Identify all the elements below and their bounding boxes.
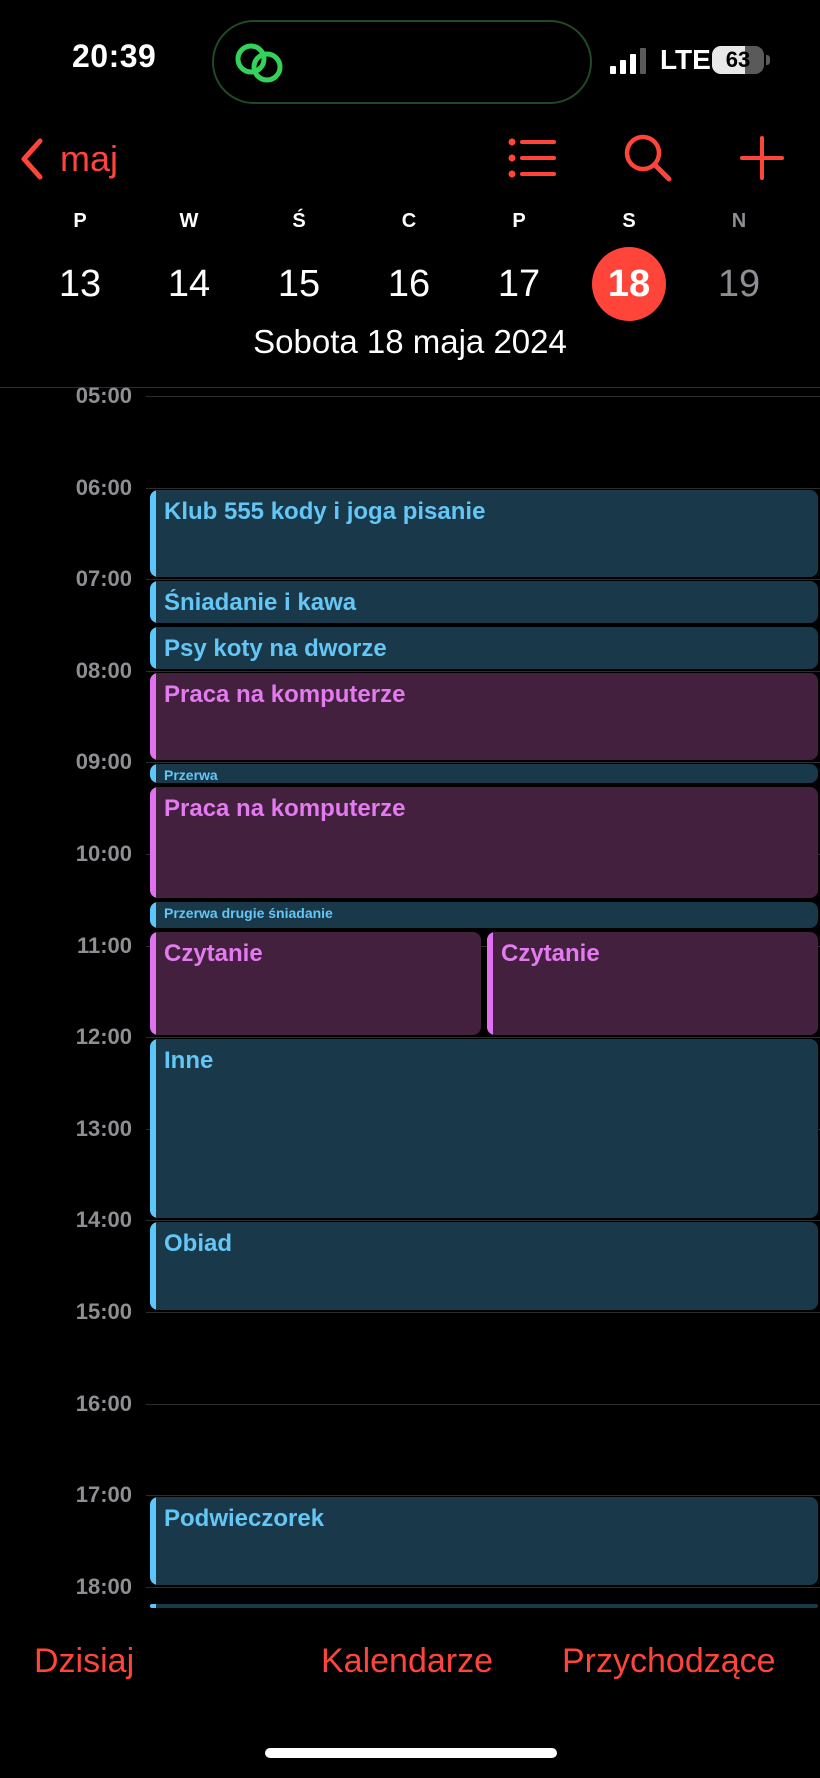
event-title: Praca na komputerze	[164, 680, 406, 708]
network-type: LTE	[660, 44, 711, 75]
hour-label: 17:00	[75, 1482, 132, 1508]
weekday-letter: Ś	[292, 210, 306, 232]
event-color-bar	[150, 901, 156, 929]
hour-gridline	[146, 1495, 820, 1497]
day-number[interactable]: 17	[482, 247, 556, 321]
hour-gridline	[146, 762, 820, 764]
event-color-bar	[150, 787, 156, 898]
hour-label: 13:00	[75, 1115, 132, 1141]
signal-icon	[610, 48, 646, 74]
event-color-bar	[150, 627, 156, 669]
weekday-letter: P	[512, 210, 526, 232]
hour-label: 11:00	[76, 932, 132, 958]
event-color-bar	[150, 1497, 156, 1585]
event-color-bar	[150, 1222, 156, 1310]
event-title: Obiad	[164, 1230, 233, 1258]
selected-date: Sobota 18 maja 2024	[253, 323, 567, 360]
event-color-bar	[150, 1604, 156, 1609]
hour-label: 07:00	[75, 566, 132, 592]
plus-icon[interactable]	[736, 132, 788, 184]
hour-label: 08:00	[75, 657, 132, 683]
link-icon	[235, 43, 283, 83]
hour-gridline	[146, 1037, 820, 1039]
event-title: Przerwa	[164, 767, 218, 784]
calendar-event[interactable]: Obiad	[150, 1222, 818, 1310]
event-color-bar	[487, 932, 493, 1036]
event-color-bar	[150, 932, 156, 1036]
hour-label: 10:00	[75, 841, 132, 866]
calendar-event[interactable]: Śniadanie i kawa	[150, 581, 818, 623]
dynamic-island[interactable]	[212, 20, 592, 104]
event-title: Klub 555 kody i joga pisanie	[164, 497, 486, 525]
event-color-bar	[150, 581, 156, 623]
day-number[interactable]: 16	[372, 247, 446, 321]
event-title: Czytanie	[501, 940, 600, 968]
calendar-event[interactable]	[150, 1604, 818, 1609]
weekday-letter: W	[179, 210, 199, 232]
hour-gridline	[146, 487, 820, 489]
calendars-button[interactable]: Kalendarze	[321, 1642, 493, 1681]
event-color-bar	[150, 672, 156, 761]
calendar-event[interactable]: Praca na komputerze	[150, 787, 818, 898]
battery-icon: 63	[712, 46, 764, 74]
weekday-letter: C	[401, 210, 417, 232]
hour-label: 05:00	[75, 383, 132, 408]
battery-tip	[766, 55, 770, 65]
hour-gridline	[146, 579, 820, 581]
hour-label: 18:00	[75, 1573, 132, 1599]
event-title: Przerwa drugie śniadanie	[164, 904, 333, 921]
hour-gridline	[146, 1586, 820, 1588]
home-indicator[interactable]	[265, 1748, 557, 1758]
weekday-letter: N	[731, 210, 747, 232]
hour-label: 16:00	[75, 1390, 132, 1416]
event-color-bar	[150, 489, 156, 578]
event-title: Praca na komputerze	[164, 795, 406, 823]
battery-percentage: 63	[725, 47, 751, 72]
inbox-button[interactable]: Przychodzące	[562, 1642, 776, 1681]
hour-gridline	[146, 1312, 820, 1313]
event-title: Psy koty na dworze	[164, 635, 387, 662]
day-number[interactable]: 14	[152, 247, 226, 321]
calendar-event[interactable]: Klub 555 kody i joga pisanie	[150, 489, 818, 578]
calendar-event[interactable]: Psy koty na dworze	[150, 627, 818, 669]
calendar-event[interactable]: Przerwa	[150, 764, 818, 784]
event-color-bar	[150, 764, 156, 784]
hour-label: 06:00	[75, 474, 132, 500]
calendar-event[interactable]: Czytanie	[487, 932, 818, 1036]
event-title: Podwieczorek	[164, 1505, 325, 1533]
calendar-event[interactable]: Praca na komputerze	[150, 672, 818, 761]
calendar-event[interactable]: Podwieczorek	[150, 1497, 818, 1585]
status-time: 20:39	[72, 38, 157, 74]
hour-label: 14:00	[75, 1207, 132, 1233]
day-number[interactable]: 15	[262, 247, 336, 321]
hour-gridline	[146, 670, 820, 672]
weekday-letter: S	[622, 210, 636, 232]
calendar-event[interactable]: Inne	[150, 1039, 818, 1219]
hour-gridline	[146, 1220, 820, 1222]
hour-label: 09:00	[75, 749, 132, 775]
hour-gridline	[146, 396, 820, 397]
day-number-selected[interactable]: 18	[592, 247, 666, 321]
calendar-event[interactable]: Przerwa drugie śniadanie	[150, 901, 818, 929]
event-title: Śniadanie i kawa	[164, 589, 357, 617]
event-title: Inne	[164, 1047, 214, 1075]
back-button[interactable]: maj	[18, 134, 118, 184]
event-title: Czytanie	[164, 940, 263, 968]
back-button-label: maj	[60, 138, 119, 179]
list-icon[interactable]	[506, 132, 558, 184]
calendar-event[interactable]: Czytanie	[150, 932, 481, 1036]
hour-gridline	[146, 1403, 820, 1405]
event-color-bar	[150, 1039, 156, 1219]
day-number[interactable]: 19	[702, 247, 776, 321]
today-button[interactable]: Dzisiaj	[34, 1642, 134, 1681]
hour-label: 15:00	[75, 1299, 132, 1324]
chevron-left-icon	[21, 138, 43, 180]
weekday-letter: P	[73, 210, 87, 232]
search-icon[interactable]	[622, 132, 674, 184]
day-number[interactable]: 13	[43, 247, 117, 321]
hour-label: 12:00	[75, 1024, 132, 1050]
